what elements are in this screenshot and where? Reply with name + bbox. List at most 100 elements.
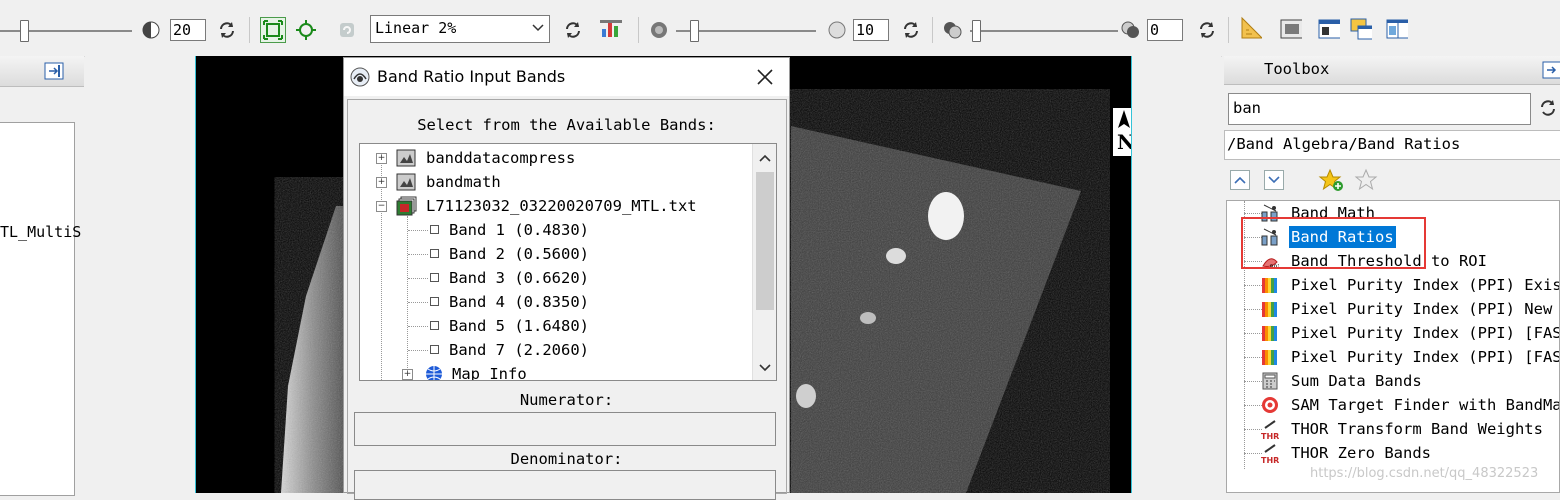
tool-item-label: Pixel Purity Index (PPI) [FAST — [1291, 348, 1560, 366]
refresh-icon[interactable] — [1196, 19, 1218, 41]
band-item[interactable]: Band 2 (0.5600) — [408, 242, 589, 266]
sharpen-slider-thumb[interactable] — [690, 20, 699, 42]
chevron-down-icon — [531, 19, 545, 41]
image-icon[interactable] — [1280, 18, 1302, 40]
ppi-icon — [1261, 276, 1279, 294]
ppi-icon — [1261, 348, 1279, 366]
window-icon[interactable] — [1318, 18, 1340, 40]
remove-favorite-icon[interactable] — [1354, 168, 1380, 196]
numerator-label: Numerator: — [519, 391, 614, 409]
band-label: Band 5 (1.6480) — [449, 317, 589, 335]
sharpen-value-field[interactable]: 10 — [853, 19, 889, 41]
transparency-slider-track[interactable] — [970, 30, 1118, 32]
sharpen-icon — [648, 19, 670, 41]
toolbox-search-input[interactable]: ban — [1228, 93, 1531, 125]
measure-icon[interactable] — [1240, 16, 1262, 39]
band-label: Band 2 (0.5600) — [449, 245, 589, 263]
tool-item-label: Pixel Purity Index (PPI) [FAST — [1291, 324, 1560, 342]
tool-item-label: Pixel Purity Index (PPI) Exist — [1291, 276, 1560, 294]
expand-icon[interactable]: + — [402, 369, 413, 380]
toolbox-path-label: /Band Algebra/Band Ratios — [1227, 135, 1461, 153]
calculator-icon — [1261, 372, 1279, 390]
scroll-thumb[interactable] — [756, 172, 774, 310]
band-ratio-dialog: Band Ratio Input Bands Select from the A… — [343, 57, 790, 500]
band-icon — [430, 249, 439, 258]
tool-item[interactable]: THR THOR Zero Bands — [1227, 441, 1559, 465]
tool-item[interactable]: THR THOR Transform Band Weights — [1227, 417, 1559, 441]
scroll-up-icon[interactable] — [758, 150, 772, 168]
band-label: Band 3 (0.6620) — [449, 269, 589, 287]
ppi-icon — [1261, 324, 1279, 342]
collapse-all-icon[interactable] — [1230, 170, 1250, 190]
toolbox-header: Toolbox — [1224, 56, 1560, 85]
band-icon — [430, 297, 439, 306]
band-icon — [430, 225, 439, 234]
band-icon — [430, 273, 439, 282]
stretch-type-select[interactable]: Linear 2% — [370, 15, 550, 43]
watermark: https://blog.csdn.net/qq_48322523 — [1310, 466, 1539, 481]
tool-item[interactable]: Pixel Purity Index (PPI) New O — [1227, 297, 1560, 321]
toolbar-separator — [932, 17, 933, 43]
search-value: ban — [1233, 99, 1261, 117]
tool-item-label: Sum Data Bands — [1291, 372, 1422, 390]
band-item[interactable]: Band 1 (0.4830) — [408, 218, 589, 242]
opacity-icon — [1120, 19, 1142, 41]
dialog-titlebar: Band Ratio Input Bands — [344, 58, 789, 96]
refresh-icon[interactable] — [900, 19, 922, 41]
scroll-down-icon[interactable] — [758, 360, 772, 378]
band-icon — [430, 345, 439, 354]
thor-icon: THR — [1261, 420, 1279, 441]
tool-item[interactable]: Pixel Purity Index (PPI) [FAST — [1227, 321, 1560, 345]
tool-item[interactable]: SAM Target Finder with BandMax — [1227, 393, 1560, 417]
cascade-windows-icon[interactable] — [1350, 18, 1372, 40]
reset-view-icon[interactable] — [336, 19, 358, 41]
transparency-value-field[interactable]: 0 — [1147, 19, 1183, 41]
contrast-icon — [140, 19, 162, 41]
tree-scrollbar[interactable] — [752, 144, 776, 380]
tool-item[interactable]: Pixel Purity Index (PPI) Exist — [1227, 273, 1560, 297]
expand-all-icon[interactable] — [1264, 170, 1284, 190]
expand-icon[interactable]: + — [376, 153, 387, 164]
pin-panel-icon[interactable] — [1542, 60, 1560, 84]
band-item[interactable]: Band 7 (2.2060) — [408, 338, 589, 362]
main-toolbar: 20 Linear 2% 10 0 — [0, 0, 1560, 57]
pin-panel-icon[interactable] — [44, 61, 66, 85]
layer-item-label[interactable]: TL_MultiS — [0, 223, 81, 241]
transparency-slider-thumb[interactable] — [972, 20, 981, 42]
band-item[interactable]: Band 3 (0.6620) — [408, 266, 589, 290]
zoom-full-icon[interactable] — [295, 19, 317, 41]
refresh-icon[interactable] — [1538, 98, 1558, 122]
refresh-icon[interactable] — [216, 19, 238, 41]
tool-item[interactable]: Pixel Purity Index (PPI) [FAST — [1227, 345, 1560, 369]
denominator-label: Denominator: — [510, 450, 623, 468]
expand-icon[interactable]: + — [376, 177, 387, 188]
histogram-icon[interactable] — [600, 17, 622, 39]
stretch-type-value: Linear 2% — [375, 19, 457, 37]
band-label: Band 7 (2.2060) — [449, 341, 589, 359]
toolbar-separator — [1228, 17, 1229, 43]
tree-item-banddatacompress[interactable]: + banddatacompress — [360, 146, 750, 170]
collapse-icon[interactable]: − — [376, 201, 387, 212]
band-label: Band 4 (0.8350) — [449, 293, 589, 311]
tile-windows-icon[interactable] — [1386, 18, 1408, 40]
tree-item-mtl-file[interactable]: − L71123032_03220020709_MTL.txt — [360, 194, 750, 218]
numerator-field[interactable] — [354, 412, 776, 446]
close-icon[interactable] — [754, 66, 776, 92]
denominator-field[interactable] — [354, 470, 776, 500]
band-item[interactable]: Band 5 (1.6480) — [408, 314, 589, 338]
zoom-extent-icon[interactable] — [260, 17, 286, 43]
contrast-value-field[interactable]: 20 — [170, 19, 206, 41]
transparency-icon — [942, 19, 964, 41]
envi-app-icon — [350, 67, 370, 91]
tool-item-label: Pixel Purity Index (PPI) New O — [1291, 300, 1560, 318]
add-favorite-icon[interactable] — [1318, 168, 1344, 196]
tool-item-label: SAM Target Finder with BandMax — [1291, 396, 1560, 414]
brightness-slider-thumb[interactable] — [20, 20, 29, 42]
layer-manager-panel: TL_MultiS — [0, 56, 84, 496]
tree-item-bandmath[interactable]: + bandmath — [360, 170, 750, 194]
available-bands-tree[interactable]: + banddatacompress + bandmath − L7112303… — [359, 143, 777, 381]
band-item[interactable]: Band 4 (0.8350) — [408, 290, 589, 314]
tool-item[interactable]: Sum Data Bands — [1227, 369, 1559, 393]
north-arrow-icon: N — [1113, 108, 1131, 156]
refresh-icon[interactable] — [562, 19, 584, 41]
